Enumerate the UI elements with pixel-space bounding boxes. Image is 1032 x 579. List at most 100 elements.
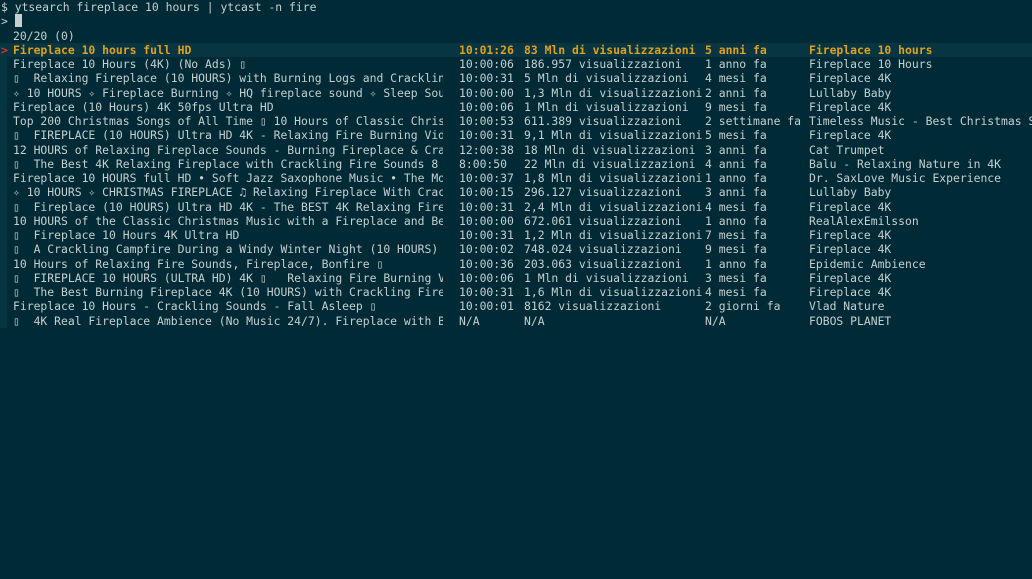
text-cursor xyxy=(14,14,22,28)
result-channel: Epidemic Ambience xyxy=(809,256,926,271)
result-row[interactable]: ▯ Fireplace (10 HOURS) Ultra HD 4K - The… xyxy=(0,199,1032,214)
result-views: 5 Mln di visualizzazioni xyxy=(524,71,689,86)
row-gutter xyxy=(0,57,7,72)
row-gutter xyxy=(0,128,7,143)
result-row[interactable]: 12 HOURS of Relaxing Fireplace Sounds - … xyxy=(0,142,1032,157)
result-channel: Fireplace 10 Hours xyxy=(809,57,933,71)
result-channel: Fireplace 4K xyxy=(809,128,892,143)
result-title: 10 HOURS of the Classic Christmas Music … xyxy=(13,213,443,228)
result-duration: 10:00:06 xyxy=(459,99,514,114)
row-gutter xyxy=(0,213,7,228)
result-row[interactable]: ▯ FIREPLACE 10 HOURS (ULTRA HD) 4K ▯ Rel… xyxy=(0,270,1032,285)
result-views: 1,3 Mln di visualizzazioni xyxy=(524,85,702,100)
result-age: 5 mesi fa xyxy=(705,128,767,143)
result-age: 3 anni fa xyxy=(705,185,767,200)
result-views: 1,2 Mln di visualizzazioni xyxy=(524,228,702,242)
result-row[interactable]: 10 HOURS of the Classic Christmas Music … xyxy=(0,213,1032,228)
result-age: 4 mesi fa xyxy=(705,285,767,299)
row-gutter xyxy=(0,71,7,86)
result-channel: Fireplace 4K xyxy=(809,285,892,299)
result-duration: 10:00:01 xyxy=(459,299,514,314)
result-age: 3 mesi fa xyxy=(705,270,767,285)
result-row[interactable]: 10 Hours of Relaxing Fire Sounds, Firepl… xyxy=(0,256,1032,271)
result-channel: Lullaby Baby xyxy=(809,185,892,200)
row-gutter xyxy=(0,99,7,114)
result-age: N/A xyxy=(705,313,726,328)
result-channel: Lullaby Baby xyxy=(809,85,892,100)
row-gutter xyxy=(0,156,7,171)
filter-prompt[interactable]: > xyxy=(1,14,22,28)
result-age: 3 anni fa xyxy=(705,142,767,157)
result-row-selected[interactable]: > Fireplace 10 hours full HD 10:01:26 83 Ml… xyxy=(0,42,1032,57)
result-title: Fireplace 10 HOURS full HD • Soft Jazz S… xyxy=(13,171,443,185)
result-duration: 10:01:26 xyxy=(459,42,514,57)
result-age: 2 anni fa xyxy=(705,85,767,100)
result-age: 4 mesi fa xyxy=(705,71,767,86)
result-title: ✧ 10 HOURS ✧ Fireplace Burning ✧ HQ fire… xyxy=(13,85,443,100)
results-list: > Fireplace 10 hours full HD 10:01:26 83 Ml… xyxy=(0,42,1032,328)
result-views: 203.063 visualizzazioni xyxy=(524,256,682,271)
result-channel: Fireplace 4K xyxy=(809,242,892,257)
result-duration: 10:00:31 xyxy=(459,285,514,299)
result-row[interactable]: Fireplace 10 Hours - Crackling Sounds - … xyxy=(0,299,1032,314)
result-age: 1 anno fa xyxy=(705,57,767,71)
result-row[interactable]: ✧ 10 HOURS ✧ CHRISTMAS FIREPLACE ♫ Relax… xyxy=(0,185,1032,200)
result-views: 9,1 Mln di visualizzazioni xyxy=(524,128,702,143)
result-title: ✧ 10 HOURS ✧ CHRISTMAS FIREPLACE ♫ Relax… xyxy=(13,185,443,200)
result-row[interactable]: ▯ Fireplace 10 Hours 4K Ultra HD 10:00:31… xyxy=(0,228,1032,243)
result-views: 296.127 visualizzazioni xyxy=(524,185,682,200)
result-age: 7 mesi fa xyxy=(705,228,767,242)
result-age: 2 settimane fa xyxy=(705,114,802,128)
result-views: 2,4 Mln di visualizzazioni xyxy=(524,199,702,214)
result-age: 1 anno fa xyxy=(705,213,767,228)
result-age: 4 mesi fa xyxy=(705,199,767,214)
result-row[interactable]: ▯ A Crackling Campfire During a Windy Wi… xyxy=(0,242,1032,257)
result-row[interactable]: ▯ The Best Burning Fireplace 4K (10 HOUR… xyxy=(0,285,1032,300)
result-channel: Timeless Music - Best Christmas Son xyxy=(809,114,1032,128)
selection-marker: > xyxy=(1,42,8,57)
result-title: Fireplace 10 Hours - Crackling Sounds - … xyxy=(13,299,377,314)
row-gutter xyxy=(0,114,7,129)
row-gutter xyxy=(0,256,7,271)
result-channel: Fireplace 4K xyxy=(809,270,892,285)
row-gutter xyxy=(0,285,7,300)
result-channel: FOBOS PLANET xyxy=(809,313,892,328)
row-gutter xyxy=(0,85,7,100)
result-views: 1,6 Mln di visualizzazioni xyxy=(524,285,702,299)
result-views: 1,8 Mln di visualizzazioni xyxy=(524,171,702,185)
result-row[interactable]: ▯ The Best 4K Relaxing Fireplace with Cr… xyxy=(0,156,1032,171)
result-row[interactable]: Fireplace 10 HOURS full HD • Soft Jazz S… xyxy=(0,171,1032,186)
result-channel: Fireplace 4K xyxy=(809,71,892,86)
result-row[interactable]: ▯ FIREPLACE (10 HOURS) Ultra HD 4K - Rel… xyxy=(0,128,1032,143)
result-row[interactable]: ▯ Relaxing Fireplace (10 HOURS) with Bur… xyxy=(0,71,1032,86)
result-channel: Fireplace 10 hours xyxy=(809,42,933,57)
result-row[interactable]: Top 200 Christmas Songs of All Time ▯ 10… xyxy=(0,114,1032,129)
row-gutter xyxy=(0,185,7,200)
result-title: Fireplace (10 Hours) 4K 50fps Ultra HD xyxy=(13,99,274,114)
result-age: 2 giorni fa xyxy=(705,299,781,314)
result-channel: Fireplace 4K xyxy=(809,99,892,114)
result-title: ▯ A Crackling Campfire During a Windy Wi… xyxy=(13,242,443,257)
result-channel: RealAlexEmilsson xyxy=(809,213,919,228)
result-views: 611.389 visualizzazioni xyxy=(524,114,682,128)
result-title: ▯ The Best 4K Relaxing Fireplace with Cr… xyxy=(13,156,443,171)
result-row[interactable]: Fireplace 10 Hours (4K) (No Ads) ▯ 10:00:… xyxy=(0,57,1032,72)
result-views: 748.024 visualizzazioni xyxy=(524,242,682,257)
result-title: ▯ FIREPLACE (10 HOURS) Ultra HD 4K - Rel… xyxy=(13,128,443,143)
result-row[interactable]: ✧ 10 HOURS ✧ Fireplace Burning ✧ HQ fire… xyxy=(0,85,1032,100)
result-duration: 10:00:31 xyxy=(459,128,514,143)
result-age: 5 anni fa xyxy=(705,42,767,57)
row-gutter xyxy=(0,228,7,243)
result-age: 1 anno fa xyxy=(705,171,767,185)
result-duration: 10:00:00 xyxy=(459,85,514,100)
result-channel: Vlad Nature xyxy=(809,299,885,314)
result-row[interactable]: ▯ 4K Real Fireplace Ambience (No Music 2… xyxy=(0,313,1032,328)
result-duration: 10:00:31 xyxy=(459,199,514,214)
result-title: 12 HOURS of Relaxing Fireplace Sounds - … xyxy=(13,142,443,157)
result-age: 4 anni fa xyxy=(705,156,767,171)
result-row[interactable]: Fireplace (10 Hours) 4K 50fps Ultra HD 10… xyxy=(0,99,1032,114)
result-duration: 10:00:15 xyxy=(459,185,514,200)
result-views: 8162 visualizzazioni xyxy=(524,299,662,314)
result-duration: 10:00:37 xyxy=(459,171,514,185)
result-duration: N/A xyxy=(459,313,480,328)
